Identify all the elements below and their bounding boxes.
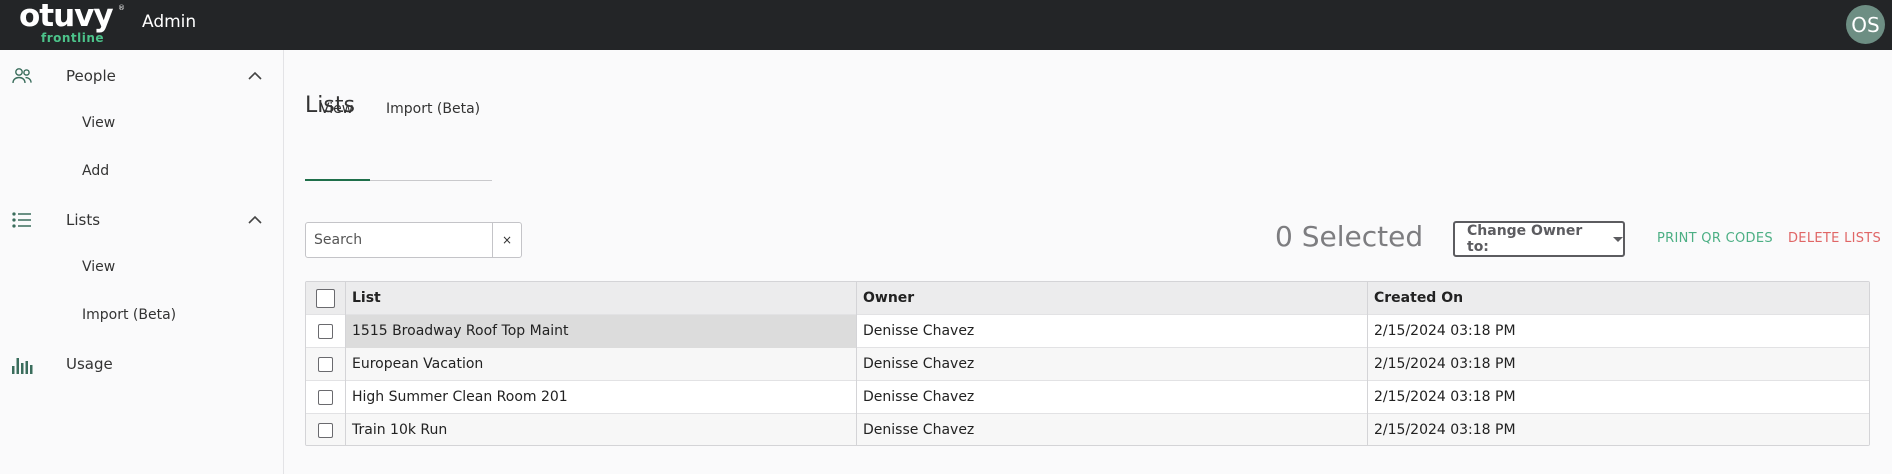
row-select-cell	[306, 348, 346, 381]
tab-label: Import (Beta)	[386, 101, 481, 117]
print-qr-codes-button[interactable]: PRINT QR CODES	[1657, 231, 1773, 246]
created-on-value: 2/15/2024 03:18 PM	[1374, 389, 1516, 405]
tab-import[interactable]: Import (Beta)	[370, 50, 492, 136]
logo-subtitle: frontline	[41, 31, 105, 45]
list-name: European Vacation	[352, 356, 484, 372]
change-owner-dropdown[interactable]: Change Owner to:	[1453, 221, 1625, 257]
sidebar-subitem-label: View	[82, 115, 116, 131]
owner-cell: Denisse Chavez	[857, 381, 1368, 414]
tab-label: View	[320, 101, 354, 117]
owner-cell: Denisse Chavez	[857, 348, 1368, 381]
clear-search-button[interactable]: ×	[492, 223, 521, 257]
top-bar: otuvy ® frontline Admin OS	[0, 0, 1892, 50]
row-select-cell	[306, 315, 346, 348]
list-name-cell[interactable]: European Vacation	[346, 348, 857, 381]
created-on-value: 2/15/2024 03:18 PM	[1374, 323, 1516, 339]
column-header-label: List	[352, 290, 381, 306]
created-on-value: 2/15/2024 03:18 PM	[1374, 356, 1516, 372]
select-all-cell	[306, 282, 346, 315]
main-content: Lists View Import (Beta) × 0 Selected Ch…	[285, 50, 1892, 474]
list-name: 1515 Broadway Roof Top Maint	[352, 323, 569, 339]
app-title: Admin	[142, 12, 197, 32]
created-on-cell: 2/15/2024 03:18 PM	[1368, 315, 1869, 348]
lists-table: List Owner Created On 1515 Broadway Roof…	[305, 281, 1870, 446]
sidebar-item-label: Lists	[66, 211, 101, 229]
delete-lists-button[interactable]: DELETE LISTS	[1788, 231, 1881, 246]
owner-cell: Denisse Chavez	[857, 414, 1368, 445]
sidebar-subitem-lists-import[interactable]: Import (Beta)	[0, 298, 284, 334]
sidebar-subitem-people-view[interactable]: View	[0, 106, 284, 142]
sidebar-item-usage[interactable]: Usage	[0, 344, 284, 384]
row-checkbox[interactable]	[318, 324, 333, 339]
sidebar-item-people[interactable]: People	[0, 56, 284, 96]
otuvy-logo[interactable]: otuvy ® frontline	[19, 0, 125, 46]
change-owner-label: Change Owner to:	[1467, 223, 1583, 255]
logo-trademark: ®	[118, 4, 125, 12]
list-name-cell[interactable]: 1515 Broadway Roof Top Maint	[346, 315, 857, 348]
select-all-checkbox[interactable]	[316, 289, 335, 308]
caret-down-icon	[1613, 236, 1623, 242]
sidebar: People View Add Lists View Import (Beta)…	[0, 50, 284, 474]
row-select-cell	[306, 381, 346, 414]
sidebar-item-label: People	[66, 67, 116, 85]
table-row[interactable]: 1515 Broadway Roof Top Maint Denisse Cha…	[306, 315, 1869, 348]
sidebar-subitem-label: Add	[82, 163, 110, 179]
sidebar-item-lists[interactable]: Lists	[0, 200, 284, 240]
list-name-cell[interactable]: Train 10k Run	[346, 414, 857, 445]
row-checkbox[interactable]	[318, 357, 333, 372]
column-header-owner[interactable]: Owner	[857, 282, 1368, 315]
search-box: ×	[305, 222, 522, 258]
created-on-value: 2/15/2024 03:18 PM	[1374, 422, 1516, 438]
created-on-cell: 2/15/2024 03:18 PM	[1368, 414, 1869, 445]
logo-wordmark: otuvy	[19, 0, 114, 34]
chevron-up-icon[interactable]	[245, 210, 265, 230]
sidebar-subitem-label: View	[82, 259, 116, 275]
sidebar-subitem-people-add[interactable]: Add	[0, 154, 284, 190]
search-input[interactable]	[306, 223, 492, 257]
row-select-cell	[306, 414, 346, 445]
table-row[interactable]: Train 10k Run Denisse Chavez 2/15/2024 0…	[306, 414, 1869, 445]
tab-active-indicator	[305, 179, 370, 181]
column-header-label: Owner	[863, 290, 915, 306]
owner-name: Denisse Chavez	[863, 323, 975, 339]
table-header-row: List Owner Created On	[306, 282, 1869, 315]
sidebar-subitem-lists-view[interactable]: View	[0, 250, 284, 286]
owner-name: Denisse Chavez	[863, 389, 975, 405]
created-on-cell: 2/15/2024 03:18 PM	[1368, 381, 1869, 414]
list-icon	[12, 212, 31, 228]
sidebar-item-label: Usage	[66, 355, 113, 373]
tab-bar: View Import (Beta)	[305, 101, 492, 232]
list-name: Train 10k Run	[352, 422, 448, 438]
column-header-created-on[interactable]: Created On	[1368, 282, 1869, 315]
column-header-label: Created On	[1374, 290, 1464, 306]
row-checkbox[interactable]	[318, 423, 333, 438]
selected-count: 0 Selected	[1275, 220, 1424, 253]
list-name-cell[interactable]: High Summer Clean Room 201	[346, 381, 857, 414]
table-row[interactable]: High Summer Clean Room 201 Denisse Chave…	[306, 381, 1869, 414]
owner-name: Denisse Chavez	[863, 356, 975, 372]
created-on-cell: 2/15/2024 03:18 PM	[1368, 348, 1869, 381]
user-avatar[interactable]: OS	[1846, 5, 1885, 44]
owner-name: Denisse Chavez	[863, 422, 975, 438]
row-checkbox[interactable]	[318, 390, 333, 405]
chevron-up-icon[interactable]	[245, 66, 265, 86]
bar-chart-icon	[12, 358, 33, 374]
people-icon	[12, 68, 32, 84]
sidebar-subitem-label: Import (Beta)	[82, 307, 177, 323]
owner-cell: Denisse Chavez	[857, 315, 1368, 348]
table-row[interactable]: European Vacation Denisse Chavez 2/15/20…	[306, 348, 1869, 381]
tab-view[interactable]: View	[305, 50, 370, 136]
column-header-list[interactable]: List	[346, 282, 857, 315]
list-name: High Summer Clean Room 201	[352, 389, 568, 405]
